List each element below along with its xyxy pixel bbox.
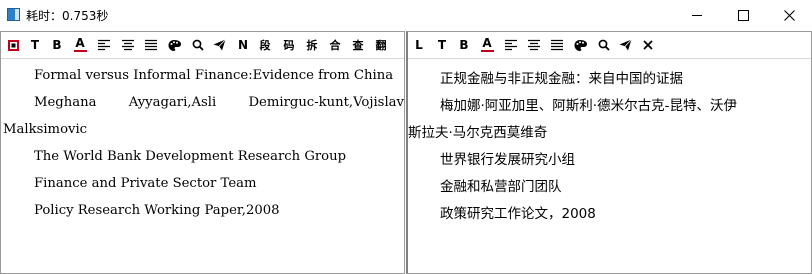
translation-title: 正规金融与非正规金融：来自中国的证据 <box>440 71 683 87</box>
window-title: 耗时：0.753秒 <box>26 9 109 23</box>
palette-icon <box>574 39 587 51</box>
text-button[interactable]: T <box>29 37 41 53</box>
align-left-icon <box>504 39 517 51</box>
align-center-icon <box>527 39 540 51</box>
source-series: Policy Research Working Paper,2008 <box>34 203 280 218</box>
close-icon <box>783 9 795 21</box>
align-center-button[interactable] <box>121 37 134 53</box>
translation-team: 金融和私营部门团队 <box>440 179 562 195</box>
lookup-button[interactable]: 查 <box>351 37 365 53</box>
bold-button[interactable]: B <box>458 37 470 53</box>
translation-authors-line-1: 梅加娜·阿亚加里、阿斯利·德米尔古克-昆特、沃伊 <box>440 98 737 114</box>
justify-button[interactable] <box>550 37 563 53</box>
maximize-button[interactable] <box>720 0 766 30</box>
font-color-button[interactable]: A <box>480 37 494 53</box>
send-icon <box>619 39 632 51</box>
minimize-button[interactable] <box>674 0 720 30</box>
translation-toolbar: L T B A <box>408 32 811 58</box>
source-pane: T B A N 段 码 拆 合 查 翻 Formal versus Inform… <box>0 31 405 274</box>
close-icon <box>643 40 653 50</box>
align-left-icon <box>97 39 110 51</box>
translate-button[interactable]: 翻 <box>374 37 388 53</box>
justify-button[interactable] <box>144 37 157 53</box>
translation-pane: L T B A 正规金融与非正规金融：来自中国的证据 梅加娜·阿亚加里、阿斯利·… <box>406 31 812 274</box>
text-button[interactable]: T <box>436 37 448 53</box>
author-word: Meghana <box>34 95 97 110</box>
send-button[interactable] <box>213 37 226 53</box>
source-team: Finance and Private Sector Team <box>34 176 257 191</box>
font-color-bar <box>73 50 87 52</box>
title-bar: 耗时：0.753秒 <box>0 0 812 30</box>
search-button[interactable] <box>191 37 204 53</box>
search-button[interactable] <box>597 37 610 53</box>
send-button[interactable] <box>619 37 632 53</box>
justify-icon <box>550 39 563 51</box>
translation-series: 政策研究工作论文，2008 <box>440 206 596 222</box>
send-icon <box>213 39 226 51</box>
translation-authors-line-2: 斯拉夫·马尔克西莫维奇 <box>408 125 548 141</box>
font-color-button[interactable]: A <box>73 37 87 53</box>
split-button[interactable]: 拆 <box>305 37 319 53</box>
color-palette-button[interactable] <box>167 37 182 53</box>
merge-button[interactable]: 合 <box>328 37 342 53</box>
author-word: Ayyagari,Asli <box>128 95 217 110</box>
l-button[interactable]: L <box>413 37 425 53</box>
author-word: Demirguc-kunt,Vojislav <box>248 95 404 110</box>
search-icon <box>192 39 204 51</box>
bold-button[interactable]: B <box>51 37 63 53</box>
font-color-label: A <box>482 36 492 50</box>
maximize-icon <box>737 9 749 21</box>
align-center-icon <box>121 39 134 51</box>
align-center-button[interactable] <box>527 37 540 53</box>
translation-org: 世界银行发展研究小组 <box>440 152 575 168</box>
align-left-button[interactable] <box>97 37 110 53</box>
source-authors-line-1: Meghana Ayyagari,Asli Demirguc-kunt,Voji… <box>34 95 404 110</box>
source-org: The World Bank Development Research Grou… <box>34 149 347 164</box>
font-color-label: A <box>75 36 85 50</box>
segment-button[interactable]: 段 <box>258 37 272 53</box>
source-title: Formal versus Informal Finance:Evidence … <box>34 68 394 83</box>
align-left-button[interactable] <box>504 37 517 53</box>
color-palette-button[interactable] <box>573 37 588 53</box>
clear-button[interactable] <box>642 37 654 53</box>
justify-icon <box>144 39 157 51</box>
app-icon <box>7 8 20 21</box>
search-icon <box>598 39 610 51</box>
stop-icon <box>7 39 19 51</box>
code-button[interactable]: 码 <box>282 37 296 53</box>
font-color-bar <box>480 50 494 52</box>
source-authors-line-2: Malksimovic <box>3 122 88 137</box>
stop-button[interactable] <box>7 37 19 53</box>
palette-icon <box>168 39 181 51</box>
source-text-area[interactable]: Formal versus Informal Finance:Evidence … <box>1 59 404 273</box>
close-button[interactable] <box>766 0 812 30</box>
source-toolbar: T B A N 段 码 拆 合 查 翻 <box>1 32 404 58</box>
minimize-icon <box>692 14 702 16</box>
translation-text-area[interactable]: 正规金融与非正规金融：来自中国的证据 梅加娜·阿亚加里、阿斯利·德米尔古克-昆特… <box>408 59 811 273</box>
n-button[interactable]: N <box>237 37 249 53</box>
